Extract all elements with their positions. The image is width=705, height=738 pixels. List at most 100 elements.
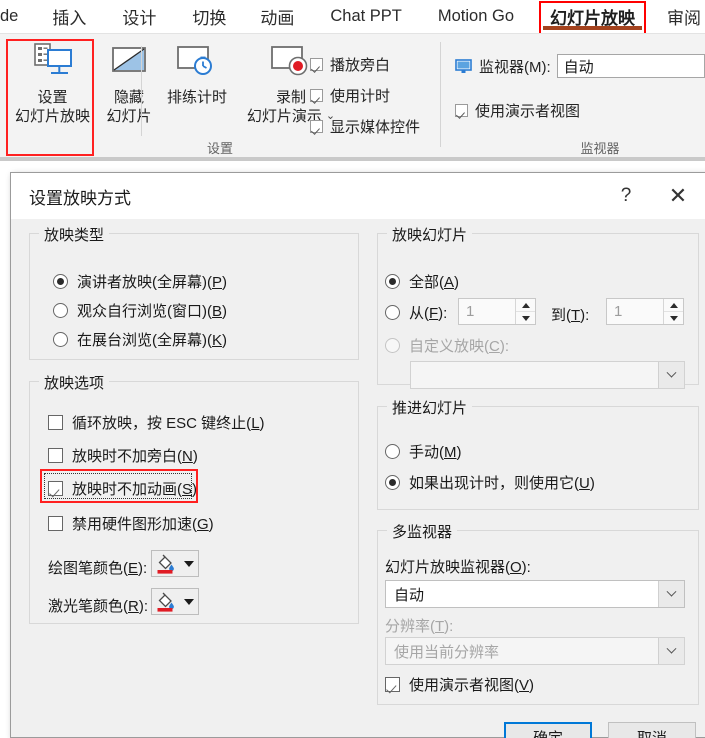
radio-label: 手动(M) (409, 444, 462, 461)
rehearse-timings-button[interactable]: 排练计时 (152, 42, 242, 107)
dialog-body: 放映类型 演讲者放映(全屏幕)(P) 观众自行浏览(窗口)(B) 在展台浏览(全… (11, 219, 705, 738)
checkbox-box (310, 120, 323, 133)
cancel-button[interactable]: 取消 (608, 722, 696, 738)
tab-slideshow[interactable]: 幻灯片放映 (539, 0, 647, 35)
checkbox-loop-until-esc[interactable]: 循环放映，按 ESC 键终止(L) (48, 412, 265, 433)
ok-button[interactable]: 确定 (504, 722, 592, 738)
app-root: de 插入 设计 切换 动画 Chat PPT Motion Go 幻灯片放映 … (0, 0, 705, 738)
ribbon-divider-2 (440, 42, 441, 147)
ok-button-label: 确定 (532, 729, 563, 738)
dialog-title: 设置放映方式 (29, 188, 131, 208)
tab-animations[interactable]: 动画 (249, 0, 305, 33)
radio-slide-range[interactable]: 从(F): (385, 302, 447, 323)
ribbon-checkbox-show-media-controls[interactable]: 显示媒体控件 (310, 116, 420, 137)
close-button[interactable]: ✕ (657, 173, 699, 219)
tab-label: Motion Go (437, 7, 515, 25)
checkbox-disable-hardware-accel[interactable]: 禁用硬件图形加速(G) (48, 513, 214, 534)
slide-range-from-value: 1 (466, 303, 475, 320)
record-slideshow-label-line1: 录制 (275, 89, 306, 106)
stepper-arrows[interactable] (515, 299, 535, 324)
group-show-type-title: 放映类型 (39, 224, 110, 245)
tab-label: 动画 (260, 9, 295, 28)
radio-label: 如果出现计时，则使用它(U) (409, 475, 595, 492)
tab-transitions[interactable]: 切换 (181, 0, 237, 33)
tab-label: 审阅 (667, 9, 702, 28)
radio-browsed-at-kiosk[interactable]: 在展台浏览(全屏幕)(K) (53, 329, 227, 350)
checkbox-label: 使用演示者视图(V) (409, 677, 535, 694)
radio-presented-by-speaker[interactable]: 演讲者放映(全屏幕)(P) (53, 271, 227, 292)
laser-color-button[interactable] (151, 588, 199, 615)
stepper-arrows[interactable] (663, 299, 683, 324)
radio-label: 从(F): (409, 305, 448, 322)
laser-color-dropdown-arrow[interactable] (179, 598, 198, 605)
checkbox-show-without-narration[interactable]: 放映时不加旁白(N) (48, 445, 198, 466)
checkbox-box (455, 104, 468, 117)
ribbon-checkbox-label: 显示媒体控件 (330, 119, 421, 136)
slideshow-monitor-value: 自动 (394, 586, 425, 604)
ribbon-bottom-border (0, 157, 705, 161)
tab-label: 设计 (122, 9, 157, 28)
slideshow-monitor-select[interactable]: 自动 (385, 580, 685, 608)
radio-advance-using-timings[interactable]: 如果出现计时，则使用它(U) (385, 472, 595, 493)
radio-advance-manually[interactable]: 手动(M) (385, 441, 462, 462)
dialog-title-bar: 设置放映方式 ? ✕ (11, 173, 705, 219)
checkbox-use-presenter-view[interactable]: 使用演示者视图(V) (385, 674, 534, 695)
stepper-up-button[interactable] (516, 299, 535, 312)
checkbox-box (48, 448, 63, 463)
radio-all-slides[interactable]: 全部(A) (385, 271, 459, 292)
radio-mark (53, 303, 68, 318)
ribbon-checkbox-presenter-view[interactable]: 使用演示者视图 (455, 100, 580, 121)
setup-slideshow-button[interactable]: 设置 幻灯片放映 (10, 42, 95, 126)
checkbox-box (48, 516, 63, 531)
slide-range-from-stepper[interactable]: 1 (458, 298, 536, 325)
monitor-label: 监视器(M): (479, 58, 551, 76)
ribbon-checkbox-use-timings[interactable]: 使用计时 (310, 85, 390, 106)
tab-review[interactable]: 审阅 (656, 0, 705, 33)
resolution-select[interactable]: 使用当前分辨率 (385, 637, 685, 665)
checkbox-box (310, 58, 323, 71)
radio-mark (53, 274, 68, 289)
monitor-select[interactable]: 自动 (556, 54, 705, 78)
tab-chat-ppt[interactable]: Chat PPT (319, 0, 413, 33)
tab-insert[interactable]: 插入 (41, 0, 97, 33)
tab-slide-partial[interactable]: de (0, 0, 29, 33)
pen-color-label: 绘图笔颜色(E): (48, 560, 148, 577)
tab-design[interactable]: 设计 (111, 0, 167, 33)
radio-mark (385, 444, 400, 459)
pen-color-button[interactable] (151, 550, 199, 577)
checkbox-label: 禁用硬件图形加速(G) (72, 516, 214, 533)
chevron-down-icon[interactable] (658, 362, 684, 388)
resolution-label: 分辨率(T): (385, 618, 454, 635)
tab-label: de (0, 7, 19, 25)
record-slideshow-icon (268, 42, 314, 85)
active-tab-underline (543, 26, 643, 30)
tab-label: 插入 (52, 9, 87, 28)
radio-label: 自定义放映(C): (409, 338, 510, 355)
radio-label: 在展台浏览(全屏幕)(K) (77, 332, 228, 349)
setup-slideshow-label-line1: 设置 (37, 89, 68, 106)
group-show-slides-title: 放映幻灯片 (387, 224, 473, 245)
radio-browsed-by-individual[interactable]: 观众自行浏览(窗口)(B) (53, 300, 227, 321)
monitor-select-value: 自动 (563, 58, 594, 76)
setup-slideshow-label-line2: 幻灯片放映 (14, 108, 90, 125)
radio-custom-show[interactable]: 自定义放映(C): (385, 335, 509, 356)
ribbon-checkbox-label: 使用计时 (330, 88, 391, 105)
ribbon-divider-1 (141, 46, 142, 136)
ribbon-monitor-row: 监视器(M): 自动 (455, 54, 705, 78)
hide-slide-label-line2: 幻灯片 (106, 108, 152, 125)
chevron-down-icon[interactable] (658, 581, 684, 607)
custom-show-select[interactable] (410, 361, 685, 389)
stepper-down-button[interactable] (516, 312, 535, 324)
stepper-down-button[interactable] (664, 312, 683, 324)
pen-color-dropdown-arrow[interactable] (179, 560, 198, 567)
ribbon-checkbox-play-narration[interactable]: 播放旁白 (310, 54, 390, 75)
radio-mark (385, 274, 400, 289)
slide-range-to-stepper[interactable]: 1 (606, 298, 684, 325)
hide-slide-label-line1: 隐藏 (113, 89, 144, 106)
checkbox-box (385, 677, 400, 692)
help-button[interactable]: ? (605, 173, 647, 219)
tab-motion-go[interactable]: Motion Go (427, 0, 525, 33)
stepper-up-button[interactable] (664, 299, 683, 312)
chevron-down-icon[interactable] (658, 638, 684, 664)
slide-range-to-label: 到(T): (551, 307, 590, 324)
